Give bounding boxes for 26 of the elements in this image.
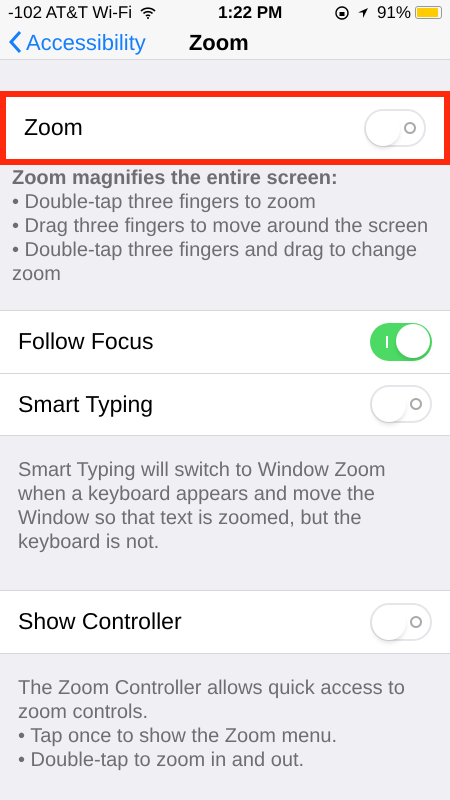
row-label: Smart Typing <box>18 390 154 419</box>
footer-text: • Tap once to show the Zoom menu. <box>18 724 338 748</box>
carrier-text: -102 AT&T Wi-Fi <box>8 2 132 24</box>
lock-icon <box>334 6 349 20</box>
footer-text: • Double-tap three fingers to zoom <box>12 190 317 214</box>
toggle-switch[interactable] <box>364 108 426 146</box>
footer-text: • Double-tap three fingers and drag to change zoom <box>12 238 418 286</box>
footer-text: The Zoom Controller allows quick access to zoom controls. <box>18 676 406 724</box>
battery-text: 91% <box>376 2 411 24</box>
row-label: Follow Focus <box>18 327 154 356</box>
footer-text: Smart Typing will switch to Window Zoom when a keyboard appears and move the Window so that text is zoomed, but the keyboard is not. <box>18 458 387 554</box>
battery-icon <box>415 6 442 20</box>
row-label: Show Controller <box>18 607 183 636</box>
location-icon <box>356 6 369 19</box>
toggle-switch[interactable] <box>370 322 432 360</box>
footer-text: • Drag three fingers to move around the screen <box>12 214 430 238</box>
wifi-icon <box>140 6 156 19</box>
chevron-left-icon <box>8 30 22 54</box>
toggle-switch[interactable] <box>370 602 432 640</box>
footer-text: • Double-tap to zoom in and out. <box>18 748 306 772</box>
back-button[interactable]: Accessibility <box>0 26 146 58</box>
toggle-switch[interactable] <box>370 385 432 423</box>
footer-heading: Zoom magnifies the entire screen: <box>12 166 339 190</box>
time-text: 1:22 PM <box>218 2 282 24</box>
page-title: Zoom <box>188 28 249 56</box>
row-label: Zoom <box>24 113 84 142</box>
